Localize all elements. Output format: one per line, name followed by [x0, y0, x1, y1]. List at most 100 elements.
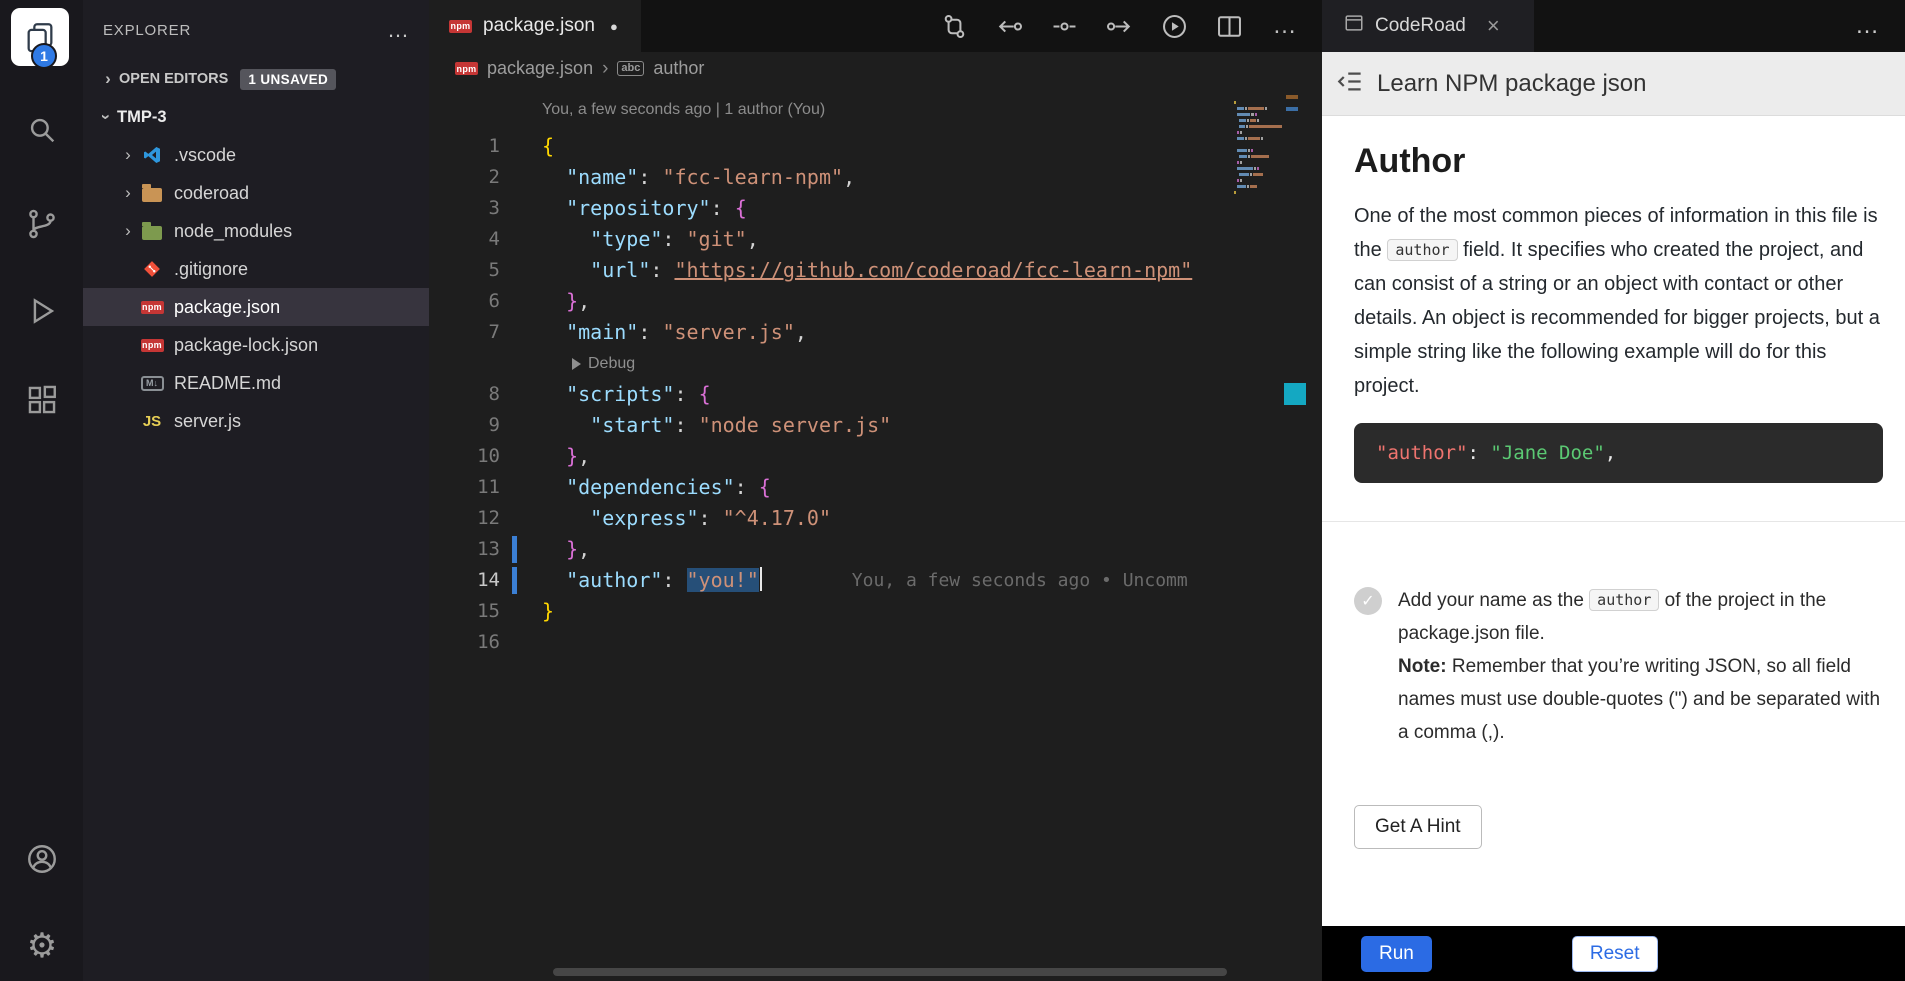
code-token: }: [566, 444, 578, 468]
code-token: [542, 444, 566, 468]
code-token: {: [735, 196, 747, 220]
workspace-root-tmp-3[interactable]: › TMP-3: [83, 98, 429, 136]
next-change-icon[interactable]: [1106, 13, 1133, 40]
code-token: "author": [1376, 442, 1468, 464]
tab-coderoad[interactable]: CodeRoad ×: [1322, 0, 1534, 52]
codelens-row[interactable]: Debug: [429, 348, 1231, 379]
codelens-debug[interactable]: Debug: [572, 348, 635, 379]
tab-package-json[interactable]: package.json ●: [429, 0, 641, 52]
code-line-5[interactable]: 5 "url": "https://github.com/coderoad/fc…: [429, 255, 1231, 286]
line-number: 13: [429, 534, 514, 565]
chevron-right-icon: ›: [117, 183, 139, 203]
lesson-paragraph: One of the most common pieces of informa…: [1354, 199, 1883, 403]
menu-collapse-icon[interactable]: [1337, 68, 1364, 100]
code-line-7[interactable]: 7 "main": "server.js",: [429, 317, 1231, 348]
code-line-1[interactable]: 1{: [429, 131, 1231, 162]
vertical-scrollbar[interactable]: [1282, 85, 1322, 981]
more-actions-icon[interactable]: …: [387, 17, 409, 43]
code-line-12[interactable]: 12 "express": "^4.17.0": [429, 503, 1231, 534]
breadcrumb-file[interactable]: package.json: [487, 58, 593, 79]
line-number: 15: [429, 596, 514, 627]
line-number: 7: [429, 317, 514, 348]
code-token: :: [674, 382, 698, 406]
code-editor[interactable]: You, a few seconds ago | 1 author (You) …: [429, 85, 1231, 981]
file-item-package.json[interactable]: package.json: [83, 288, 429, 326]
file-item-.gitignore[interactable]: .gitignore: [83, 250, 429, 288]
source-control-icon[interactable]: [24, 206, 60, 242]
previous-change-icon[interactable]: [996, 13, 1023, 40]
git-compare-icon[interactable]: [941, 13, 968, 40]
file-item-coderoad[interactable]: ›coderoad: [83, 174, 429, 212]
chevron-right-icon: ›: [602, 58, 608, 80]
run-script-icon[interactable]: [1161, 13, 1188, 40]
code-token: :: [1468, 442, 1491, 464]
settings-gear-icon[interactable]: [24, 928, 60, 964]
code-line-13[interactable]: 13 },: [429, 534, 1231, 565]
file-item-package-lock.json[interactable]: package-lock.json: [83, 326, 429, 364]
code-token: :: [711, 196, 735, 220]
code-text: "name": "fcc-learn-npm",: [542, 162, 855, 193]
horizontal-scrollbar[interactable]: [553, 968, 1227, 976]
task-text: Add your name as the author of the proje…: [1398, 584, 1883, 749]
code-token: "main": [566, 320, 638, 344]
code-token: ,: [578, 537, 590, 561]
run-debug-icon[interactable]: [24, 293, 60, 329]
code-token: ,: [578, 289, 590, 313]
code-text: },: [542, 286, 590, 317]
account-icon[interactable]: [24, 841, 60, 877]
code-line-16[interactable]: 16: [429, 627, 1231, 658]
file-item-node_modules[interactable]: ›node_modules: [83, 212, 429, 250]
chevron-down-icon: ›: [96, 106, 116, 128]
current-change-icon[interactable]: [1051, 13, 1078, 40]
code-text: "main": "server.js",: [542, 317, 807, 348]
editor-tab-bar: package.json ● …: [429, 0, 1322, 52]
code-line-9[interactable]: 9 "start": "node server.js": [429, 410, 1231, 441]
file-item-server.js[interactable]: server.js: [83, 402, 429, 440]
code-line-15[interactable]: 15}: [429, 596, 1231, 627]
extensions-icon[interactable]: [24, 382, 60, 418]
code-line-11[interactable]: 11 "dependencies": {: [429, 472, 1231, 503]
codelens-authors[interactable]: You, a few seconds ago | 1 author (You): [429, 85, 1231, 131]
codelens-label: Debug: [588, 348, 635, 379]
code-token: {: [699, 382, 711, 406]
open-editors-section[interactable]: › OPEN EDITORS 1 UNSAVED: [83, 60, 429, 98]
code-token: {: [759, 475, 771, 499]
line-number: 14: [429, 565, 514, 596]
code-line-8[interactable]: 8 "scripts": {: [429, 379, 1231, 410]
explorer-sidebar: EXPLORER … › OPEN EDITORS 1 UNSAVED › TM…: [83, 0, 429, 981]
code-text: "url": "https://github.com/coderoad/fcc-…: [542, 255, 1192, 286]
get-hint-button[interactable]: Get A Hint: [1354, 805, 1482, 849]
modified-dot-icon[interactable]: ●: [610, 19, 618, 34]
code-token: ,: [747, 227, 759, 251]
search-icon[interactable]: [24, 112, 60, 148]
file-item-README.md[interactable]: README.md: [83, 364, 429, 402]
code-token: ,: [1605, 442, 1616, 464]
file-item-.vscode[interactable]: ›.vscode: [83, 136, 429, 174]
code-line-3[interactable]: 3 "repository": {: [429, 193, 1231, 224]
code-token: [542, 568, 566, 592]
more-actions-icon[interactable]: …: [1855, 12, 1905, 40]
close-icon[interactable]: ×: [1487, 13, 1500, 39]
panel-footer: Run Reset: [1322, 926, 1905, 981]
code-line-10[interactable]: 10 },: [429, 441, 1231, 472]
text-segment: Remember that you’re writing JSON, so al…: [1398, 656, 1880, 743]
split-editor-icon[interactable]: [1216, 13, 1243, 40]
line-number: 3: [429, 193, 514, 224]
overview-ruler-mark: [1286, 107, 1298, 111]
minimap[interactable]: [1231, 85, 1282, 981]
webview-icon: [1344, 13, 1364, 39]
code-token: "author": [566, 568, 662, 592]
breadcrumb-symbol[interactable]: author: [653, 58, 704, 79]
run-button[interactable]: Run: [1361, 936, 1432, 972]
code-line-4[interactable]: 4 "type": "git",: [429, 224, 1231, 255]
more-actions-icon[interactable]: …: [1271, 13, 1298, 40]
code-token: :: [699, 506, 723, 530]
modified-line-marker: [512, 567, 517, 594]
code-token: "fcc-learn-npm": [662, 165, 843, 189]
gutter: [429, 348, 514, 379]
reset-button[interactable]: Reset: [1572, 936, 1658, 972]
file-tree: ›.vscode›coderoad›node_modules.gitignore…: [83, 136, 429, 440]
code-line-2[interactable]: 2 "name": "fcc-learn-npm",: [429, 162, 1231, 193]
code-line-14[interactable]: 14 "author": "you!"You, a few seconds ag…: [429, 565, 1231, 596]
code-line-6[interactable]: 6 },: [429, 286, 1231, 317]
